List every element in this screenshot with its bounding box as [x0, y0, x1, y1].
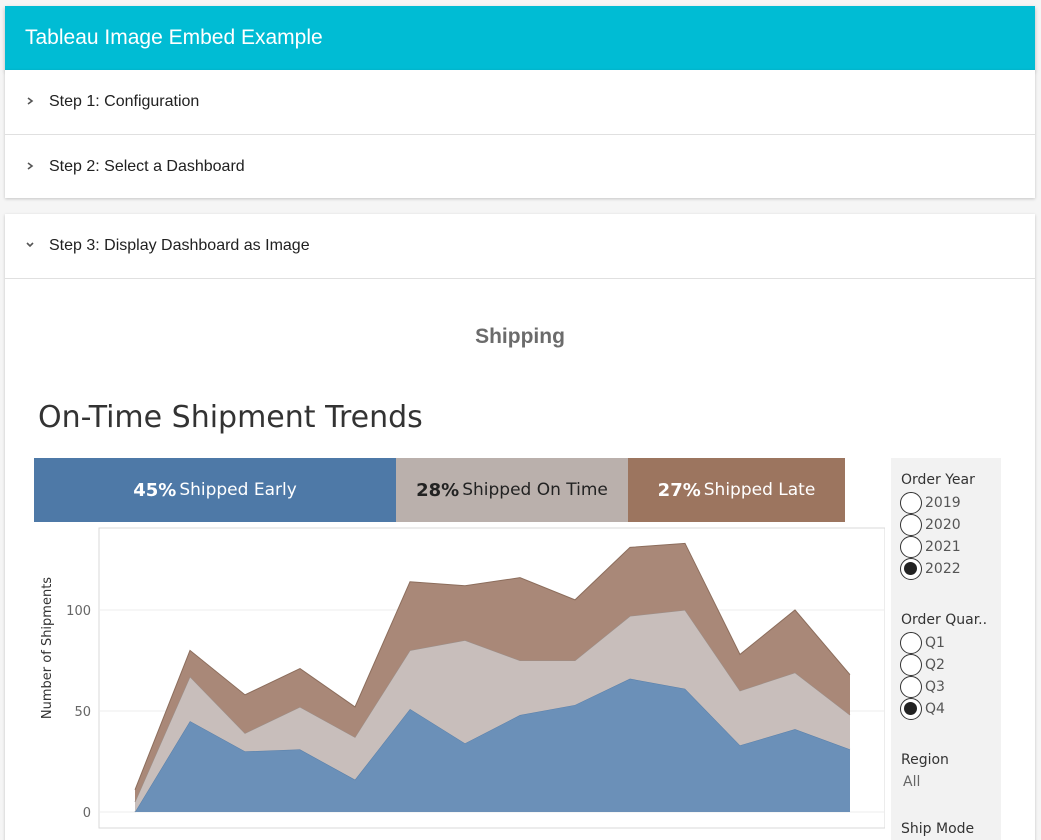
option-label: Q4	[925, 701, 945, 717]
chevron-down-icon	[26, 242, 34, 248]
y-tick-label: 0	[83, 806, 91, 821]
order-year-title: Order Year	[901, 472, 975, 488]
app-bar: Tableau Image Embed Example	[5, 6, 1035, 70]
summary-pct: 28%	[416, 479, 460, 501]
order-quarter-option[interactable]: Q4	[900, 698, 945, 720]
radio-icon	[900, 632, 922, 654]
option-label: Q3	[925, 679, 945, 695]
summary-shipped-early: 45% Shipped Early	[34, 458, 396, 522]
collapsed-steps: Step 1: Configuration Step 2: Select a D…	[5, 70, 1035, 198]
divider	[5, 278, 1035, 279]
option-label: Q2	[925, 657, 945, 673]
radio-icon	[900, 514, 922, 536]
radio-selected-icon	[900, 558, 922, 580]
option-label: 2022	[925, 561, 961, 577]
app-title: Tableau Image Embed Example	[25, 26, 323, 49]
order-year-option[interactable]: 2022	[900, 558, 961, 580]
step-3-label: Step 3: Display Dashboard as Image	[49, 237, 310, 254]
chevron-right-icon	[27, 97, 34, 105]
step-3-header[interactable]: Step 3: Display Dashboard as Image	[5, 214, 1035, 278]
radio-icon	[900, 536, 922, 558]
order-quarter-option[interactable]: Q1	[900, 632, 945, 654]
order-quarter-title: Order Quar..	[901, 612, 988, 628]
order-quarter-option[interactable]: Q3	[900, 676, 945, 698]
radio-icon	[900, 654, 922, 676]
y-tick-label: 100	[66, 604, 91, 619]
order-year-option[interactable]: 2021	[900, 536, 961, 558]
radio-selected-icon	[900, 698, 922, 720]
viz-title: On-Time Shipment Trends	[38, 400, 423, 435]
option-label: 2021	[925, 539, 961, 555]
step-1-label: Step 1: Configuration	[49, 93, 200, 110]
summary-shipped-on-time: 28% Shipped On Time	[396, 458, 628, 522]
summary-shipped-late: 27% Shipped Late	[628, 458, 845, 522]
step-2-header[interactable]: Step 2: Select a Dashboard	[5, 135, 1035, 198]
chevron-right-icon	[27, 162, 34, 170]
option-label: 2019	[925, 495, 961, 511]
filter-panel: Order Year 2019 2020 2021 2022 Order Qua…	[891, 458, 1001, 840]
order-year-option[interactable]: 2020	[900, 514, 961, 536]
option-label: 2020	[925, 517, 961, 533]
radio-icon	[900, 676, 922, 698]
y-tick-label: 50	[74, 705, 91, 720]
summary-label: Shipped Late	[703, 480, 816, 500]
summary-pct: 27%	[657, 479, 701, 501]
region-value[interactable]: All	[903, 774, 920, 790]
order-quarter-option[interactable]: Q2	[900, 654, 945, 676]
step-2-label: Step 2: Select a Dashboard	[49, 157, 245, 175]
summary-label: Shipped Early	[179, 480, 297, 500]
summary-label: Shipped On Time	[462, 480, 608, 500]
summary-pct: 45%	[133, 479, 177, 501]
radio-icon	[900, 492, 922, 514]
option-label: Q1	[925, 635, 945, 651]
step-3-panel: Step 3: Display Dashboard as Image Shipp…	[5, 214, 1035, 840]
y-axis-label: Number of Shipments	[40, 577, 55, 719]
order-year-option[interactable]: 2019	[900, 492, 961, 514]
region-title: Region	[901, 752, 949, 768]
dashboard-title: Shipping	[475, 325, 565, 348]
ship-mode-title: Ship Mode	[901, 821, 975, 837]
shipment-area-chart: 0 50 100 Number of Shipments	[40, 527, 885, 829]
step-1-header[interactable]: Step 1: Configuration	[5, 70, 1035, 134]
